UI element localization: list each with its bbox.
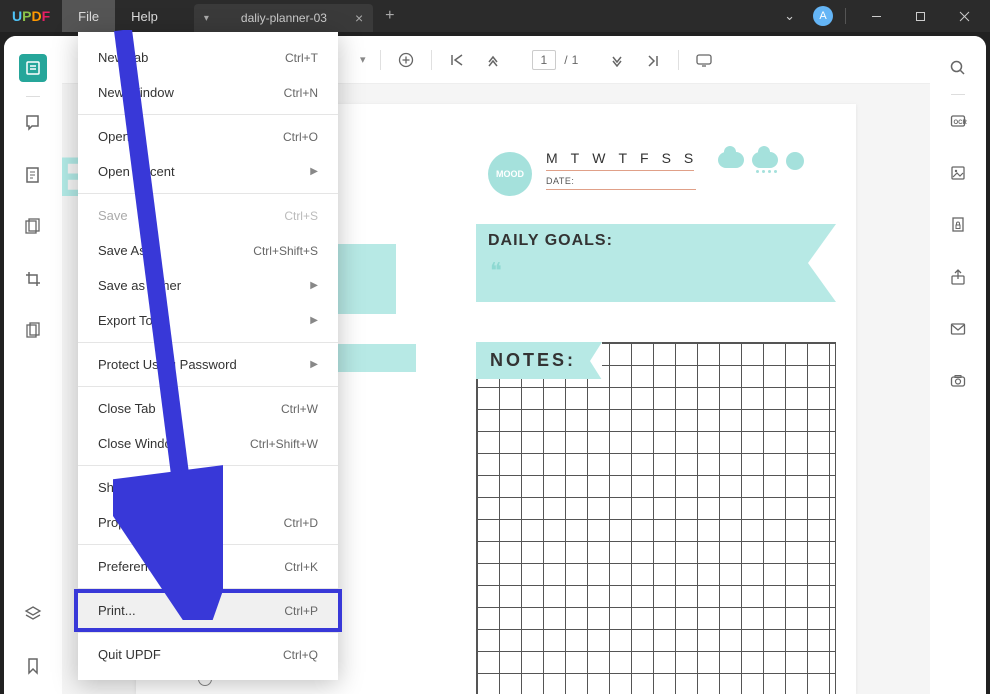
date-label: DATE: [546,176,696,190]
last-page-icon[interactable] [642,49,664,71]
menu-quit[interactable]: Quit UPDFCtrl+Q [78,637,338,672]
menu-close-tab[interactable]: Close TabCtrl+W [78,391,338,426]
menu-properties[interactable]: Properties...Ctrl+D [78,505,338,540]
file-menu-dropdown: New TabCtrl+T New WindowCtrl+N Open...Ct… [78,32,338,680]
menu-export[interactable]: Export To▶ [78,303,338,338]
next-page-icon[interactable] [606,49,628,71]
organize-tool-icon[interactable] [21,215,45,239]
lock-page-icon[interactable] [946,213,970,237]
goals-heading: DAILY GOALS: [476,224,836,258]
tab-strip: ▾ daliy-planner-03 × + [194,0,407,32]
menu-preferences[interactable]: Preferences...Ctrl+K [78,549,338,584]
menu-show-folder[interactable]: Show in Folder [78,470,338,505]
new-tab-button[interactable]: + [373,7,406,25]
comment-tool-icon[interactable] [21,111,45,135]
page-sep: / [564,53,567,67]
weekday-row: MTWTFSS [546,150,694,171]
svg-text:OCR: OCR [954,120,968,126]
menu-print[interactable]: Print...Ctrl+P [78,593,338,628]
add-page-icon[interactable] [395,49,417,71]
title-chevron-icon[interactable]: ⌄ [774,8,805,24]
sun-icon [786,152,804,170]
app-logo: UPDF [0,8,62,24]
menu-save: SaveCtrl+S [78,198,338,233]
window-close-icon[interactable] [946,0,982,32]
right-tool-rail: OCR [930,36,986,694]
ocr-icon[interactable]: OCR [946,109,970,133]
image-tool-icon[interactable] [946,161,970,185]
tab-pin-icon[interactable]: ▾ [204,13,209,24]
menu-protect[interactable]: Protect Using Password▶ [78,347,338,382]
notes-grid [476,342,836,694]
menu-file[interactable]: File [62,0,115,32]
cloud-icon [718,152,744,168]
first-page-icon[interactable] [446,49,468,71]
window-minimize-icon[interactable] [858,0,894,32]
title-bar: UPDF File Help ▾ daliy-planner-03 × + ⌄ … [0,0,990,32]
submenu-arrow-icon: ▶ [310,166,318,177]
page-total: 1 [572,53,579,67]
prev-page-icon[interactable] [482,49,504,71]
menu-close-window[interactable]: Close WindowCtrl+Shift+W [78,426,338,461]
menu-new-window[interactable]: New WindowCtrl+N [78,75,338,110]
present-icon[interactable] [693,49,715,71]
mail-icon[interactable] [946,317,970,341]
menu-open[interactable]: Open...Ctrl+O [78,119,338,154]
quote-icon: ❝ [476,258,836,284]
goals-banner: DAILY GOALS: ❝ [476,224,836,302]
user-avatar[interactable]: A [813,6,833,26]
share-icon[interactable] [946,265,970,289]
crop-tool-icon[interactable] [21,267,45,291]
notes-heading: NOTES: [476,342,602,379]
document-tab[interactable]: ▾ daliy-planner-03 × [194,4,373,32]
menu-save-other[interactable]: Save as Other▶ [78,268,338,303]
rain-cloud-icon [752,152,778,168]
weather-icons [718,152,804,170]
zoom-dropdown-icon[interactable]: ▾ [360,53,366,66]
window-maximize-icon[interactable] [902,0,938,32]
left-tool-rail [4,36,62,694]
layers-icon[interactable] [21,602,45,626]
tab-close-icon[interactable]: × [355,10,363,26]
bookmark-icon[interactable] [21,654,45,678]
submenu-arrow-icon: ▶ [310,359,318,370]
menu-save-as[interactable]: Save As...Ctrl+Shift+S [78,233,338,268]
tools-icon[interactable] [21,319,45,343]
submenu-arrow-icon: ▶ [310,315,318,326]
submenu-arrow-icon: ▶ [310,280,318,291]
edit-tool-icon[interactable] [21,163,45,187]
mood-badge: MOOD [488,152,532,196]
search-icon[interactable] [946,56,970,80]
tab-title: daliy-planner-03 [241,11,327,25]
camera-icon[interactable] [946,369,970,393]
menu-open-recent[interactable]: Open Recent▶ [78,154,338,189]
menu-help[interactable]: Help [115,0,174,32]
page-input[interactable]: 1 [532,50,557,70]
menu-new-tab[interactable]: New TabCtrl+T [78,40,338,75]
reader-mode-icon[interactable] [19,54,47,82]
